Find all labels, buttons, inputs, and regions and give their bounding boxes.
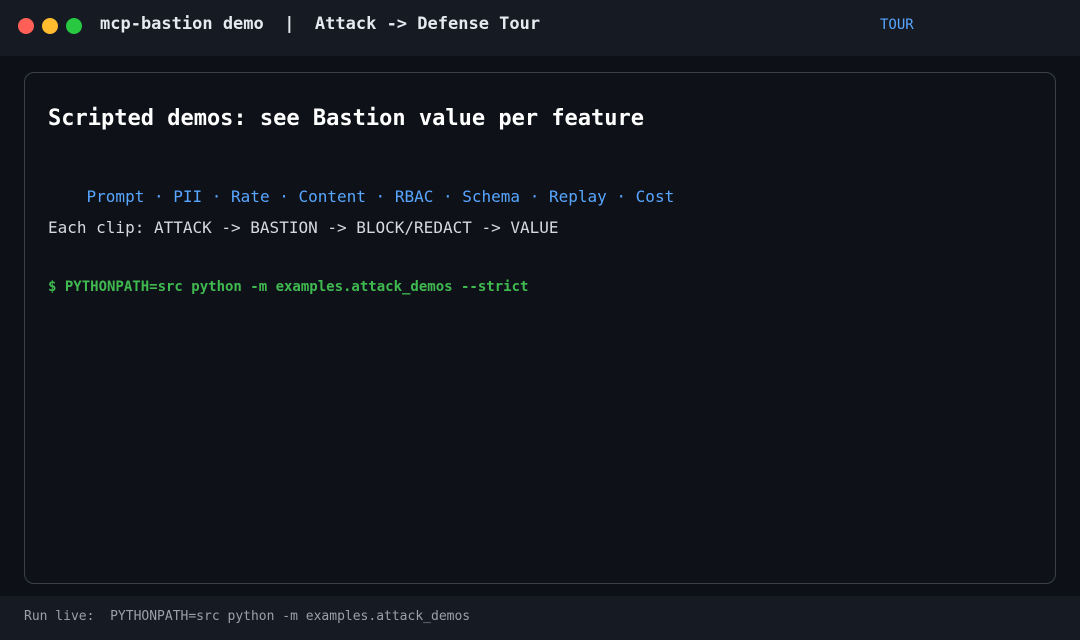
panel-headline: Scripted demos: see Bastion value per fe… <box>48 106 645 131</box>
flow-description: Each clip: ATTACK -> BASTION -> BLOCK/RE… <box>48 218 559 237</box>
feature-separator: · <box>606 187 636 206</box>
status-footer: Run live: PYTHONPATH=src python -m examp… <box>0 596 1080 640</box>
mode-badge: TOUR <box>880 17 914 33</box>
run-live-hint: Run live: PYTHONPATH=src python -m examp… <box>24 609 471 624</box>
demo-panel: Scripted demos: see Bastion value per fe… <box>24 72 1056 584</box>
feature-separator: · <box>520 187 549 206</box>
feature-separator: · <box>269 187 299 206</box>
feature-separator: · <box>365 187 395 206</box>
minimize-window-button[interactable] <box>42 18 58 34</box>
feature-pii: PII <box>173 187 203 206</box>
close-window-button[interactable] <box>18 18 34 34</box>
feature-prompt: Prompt <box>86 187 145 206</box>
feature-cost: Cost <box>635 187 675 206</box>
command-line: $ PYTHONPATH=src python -m examples.atta… <box>48 279 529 295</box>
feature-separator: · <box>202 187 232 206</box>
maximize-window-button[interactable] <box>66 18 82 34</box>
feature-replay: Replay <box>548 187 607 206</box>
feature-separator: · <box>144 187 174 206</box>
title-bar: mcp-bastion demo | Attack -> Defense Tou… <box>0 0 1080 56</box>
feature-schema: Schema <box>462 187 521 206</box>
feature-separator: · <box>433 187 463 206</box>
feature-rate: Rate <box>231 187 270 206</box>
feature-list: Prompt · PII · Rate · Content · RBAC · S… <box>48 168 675 225</box>
window-title: mcp-bastion demo | Attack -> Defense Tou… <box>100 14 541 34</box>
feature-content: Content <box>298 187 366 206</box>
feature-rbac: RBAC <box>394 187 434 206</box>
